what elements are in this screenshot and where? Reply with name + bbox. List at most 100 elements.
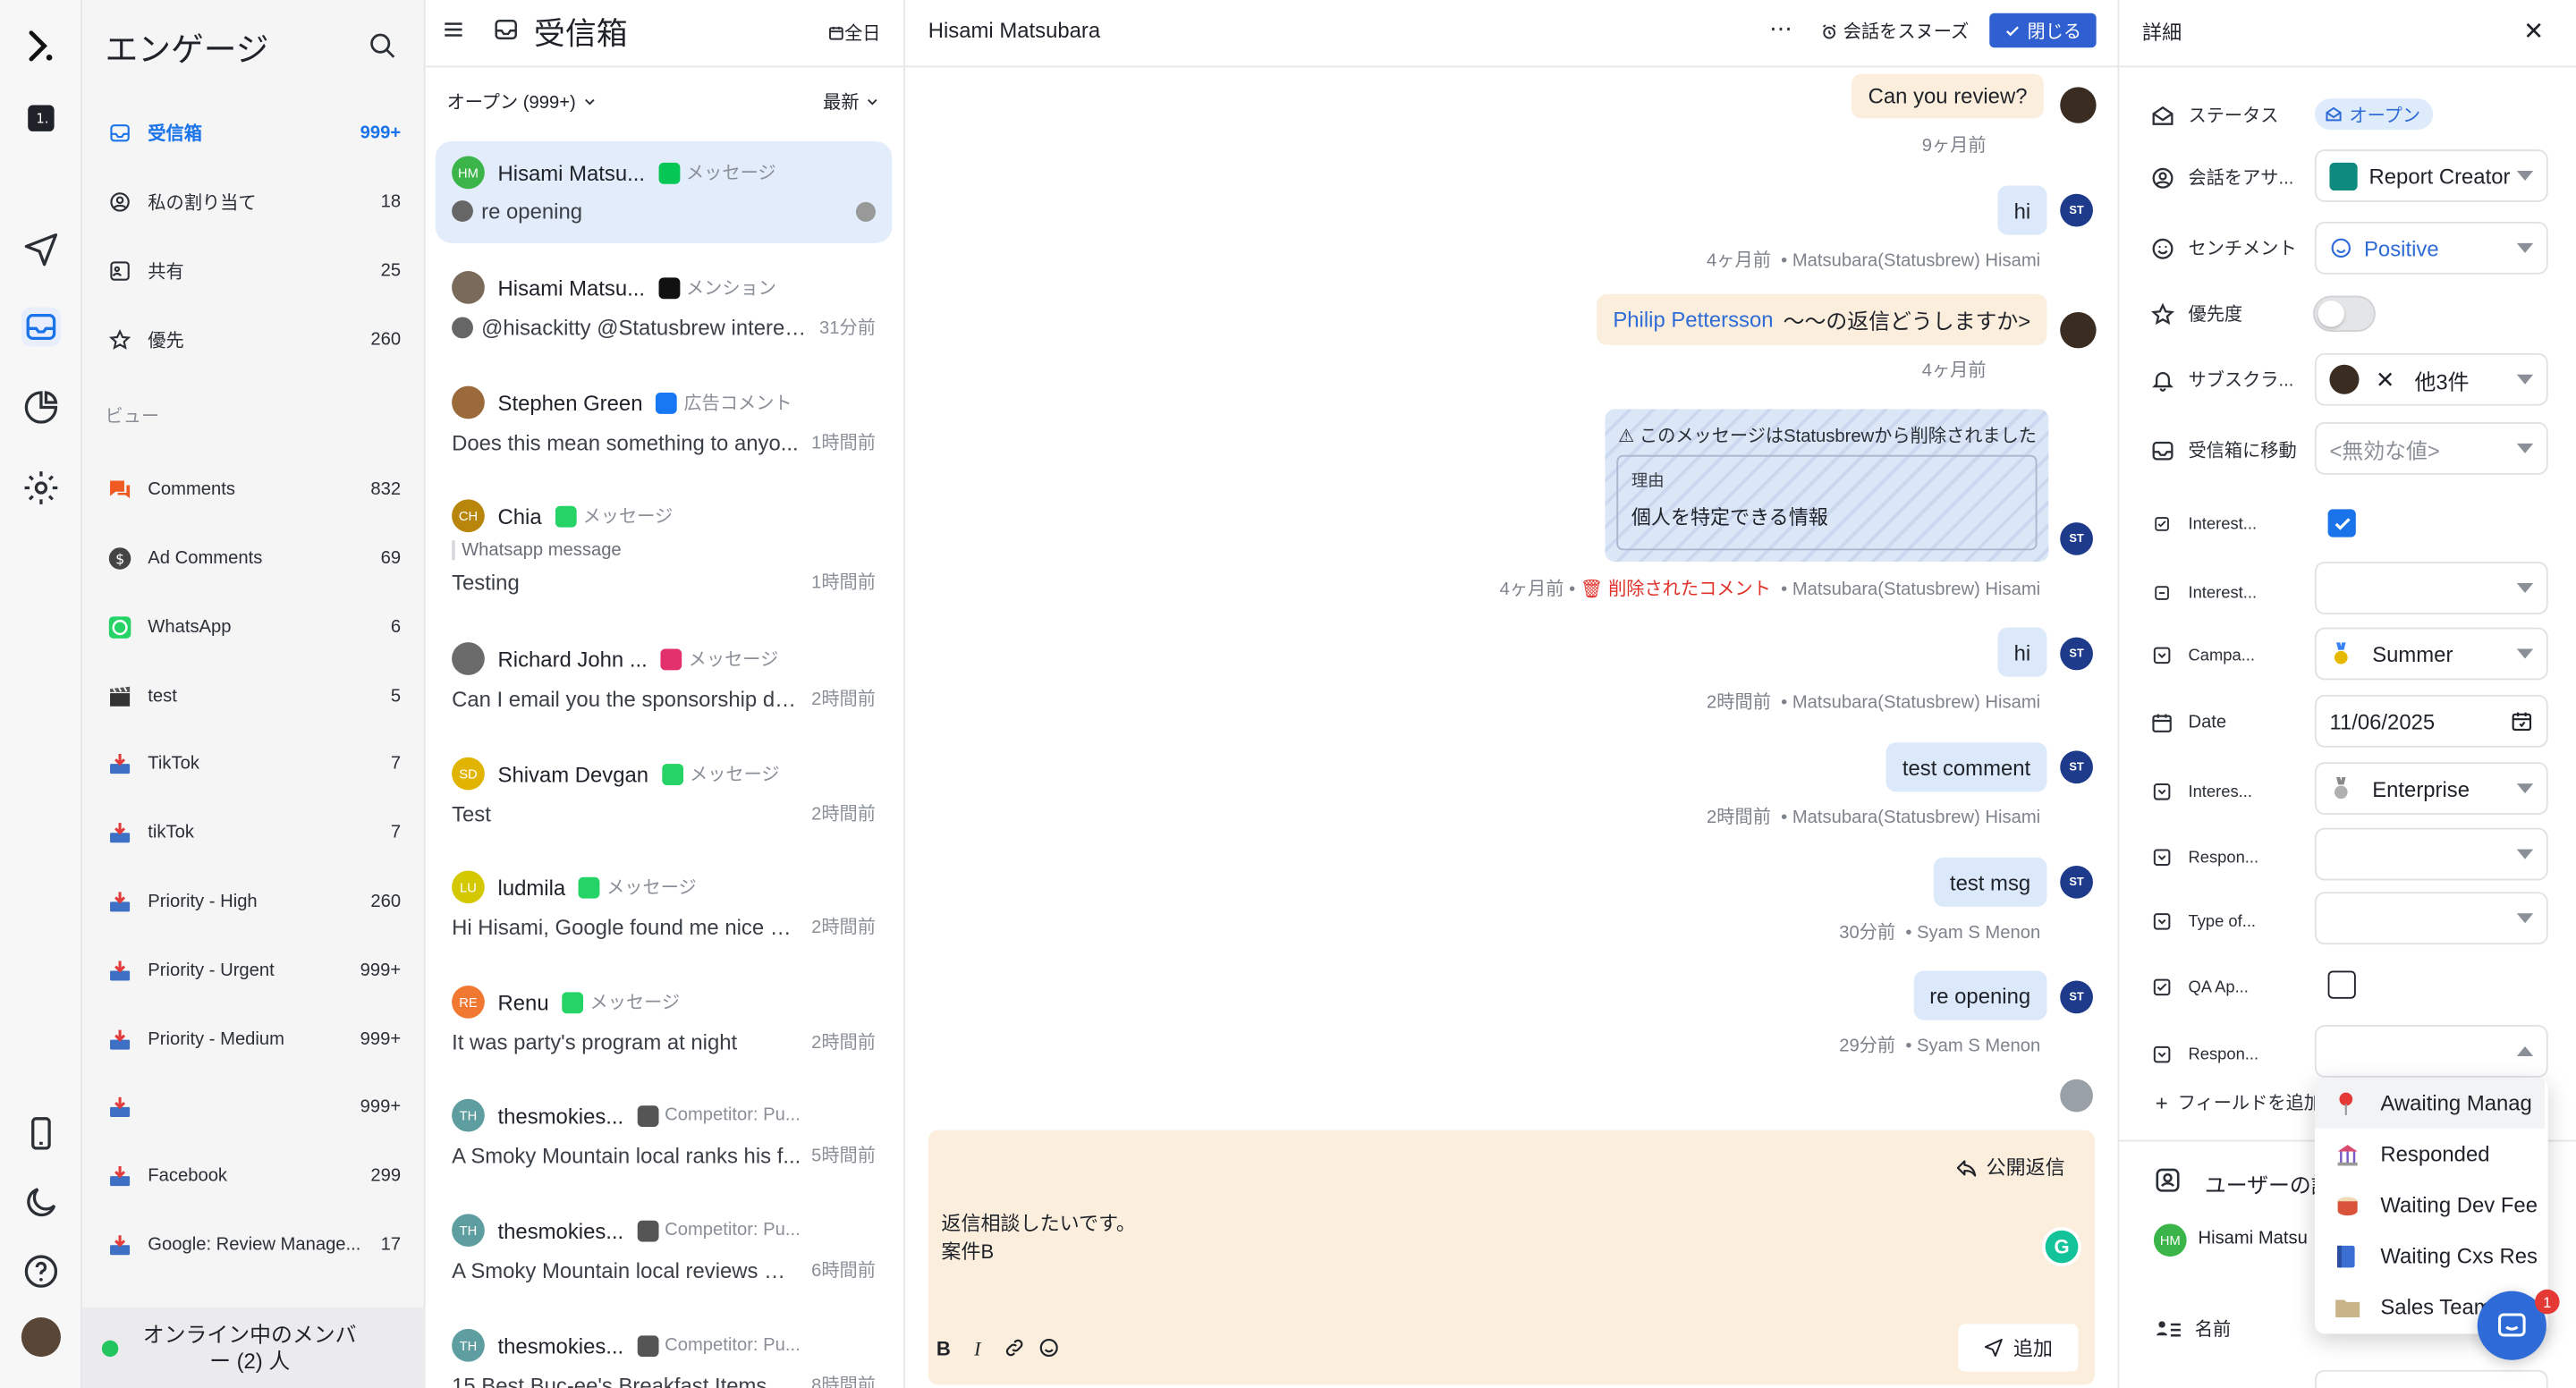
respon2-select[interactable]	[2314, 1025, 2548, 1078]
conversation-panel: Hisami Matsubara ⋯ 会話をスヌーズ 閉じる Can you r…	[905, 0, 2120, 1388]
conversation-item[interactable]: CH Chia メッセージ Whatsapp message Testing 1時間前	[436, 485, 893, 610]
view-item[interactable]: Google: Review Manage... 17	[96, 1221, 412, 1270]
add-field-button[interactable]: + フィールドを追加	[2156, 1089, 2322, 1115]
channel-tag: Competitor: Pu...	[636, 1334, 801, 1357]
view-item-test[interactable]: test 5	[96, 672, 412, 721]
remove-subscriber-icon[interactable]: ✕	[2376, 366, 2395, 394]
nav-item-inbox[interactable]: 受信箱 999+	[96, 108, 412, 157]
grammarly-icon[interactable]: G	[2042, 1227, 2082, 1267]
close-label: 閉じる	[2027, 21, 2082, 42]
send-button[interactable]: 追加	[1958, 1324, 2079, 1372]
dropdown-option[interactable]: Responded	[2315, 1129, 2545, 1180]
nav-item-my-assignments[interactable]: 私の割り当て 18	[96, 177, 412, 226]
search-icon[interactable]	[368, 31, 397, 61]
nav-item-label: 共有	[148, 262, 184, 283]
conversation-item[interactable]: Hisami Matsu... メンション @hisackitty @Statusb…	[436, 257, 893, 359]
conversation-item[interactable]: TH thesmokies... Competitor: Pu... A Smoky …	[436, 1084, 893, 1186]
subscribers-select[interactable]: ✕ 他3件	[2314, 352, 2548, 406]
bold-icon[interactable]: B	[936, 1337, 951, 1360]
sort-dropdown[interactable]: 最新	[823, 89, 880, 114]
reply-composer[interactable]: 公開返信 返信相談したいです。 案件B G B I 追加	[928, 1130, 2095, 1385]
mobile-icon[interactable]	[21, 1113, 61, 1153]
view-item-comments[interactable]: Comments 832	[96, 465, 412, 514]
view-item[interactable]: Priority - Medium 999+	[96, 1015, 412, 1064]
view-item[interactable]: tikTok 7	[96, 808, 412, 858]
campaign-select[interactable]: Summer	[2314, 627, 2548, 681]
status-filter-dropdown[interactable]: オープン (999+)	[447, 89, 597, 114]
conversation-item[interactable]: TH thesmokies... Competitor: Pu... 15 Best …	[436, 1314, 893, 1388]
view-item[interactable]: Priority - Urgent 999+	[96, 946, 412, 995]
priority-row: 優先度	[2148, 300, 2242, 326]
publish-icon[interactable]	[21, 228, 61, 267]
menu-hamburger-icon[interactable]	[442, 18, 465, 41]
view-item-count: 5	[390, 686, 402, 707]
channel-tag: メッセージ	[562, 989, 680, 1015]
respon1-select[interactable]	[2314, 827, 2548, 881]
conversation-item[interactable]: SD Shivam Devgan メッセージ Test 2時間前	[436, 742, 893, 844]
status-badge[interactable]: オープン	[2314, 98, 2434, 131]
view-item[interactable]: TikTok 7	[96, 740, 412, 789]
dropdown-option[interactable]: Waiting Cxs Res	[2315, 1231, 2545, 1282]
subscribers-more: 他3件	[2414, 368, 2470, 394]
online-members-bar[interactable]: オンライン中のメンバー (2) 人	[81, 1308, 426, 1388]
view-item[interactable]: Facebook 299	[96, 1152, 412, 1201]
help-icon[interactable]	[21, 1252, 61, 1291]
dropdown-option[interactable]: Waiting Dev Fee	[2315, 1180, 2545, 1231]
terminal-app-icon[interactable]: 1.	[21, 98, 61, 138]
view-item-ad-comments[interactable]: $ Ad Comments 69	[96, 534, 412, 583]
conversation-item[interactable]: RE Renu メッセージ It was party's program at nig…	[436, 970, 893, 1072]
qa-checkbox[interactable]	[2327, 970, 2356, 999]
view-item[interactable]: 999+	[96, 1082, 412, 1131]
snooze-button[interactable]: 会話をスヌーズ	[1820, 18, 1969, 44]
envelope-open-icon	[2326, 106, 2342, 122]
agent-avatar: ST	[2060, 193, 2093, 227]
nav-item-priority[interactable]: 優先 260	[96, 316, 412, 365]
conversation-item[interactable]: Stephen Green 広告コメント Does this mean someth…	[436, 371, 893, 473]
user-avatar[interactable]	[21, 1317, 61, 1358]
statusbrew-logo-icon[interactable]	[21, 26, 61, 65]
interest1-checkbox[interactable]	[2327, 509, 2356, 537]
composer-text[interactable]: 返信相談したいです。 案件B	[941, 1211, 1136, 1266]
assign-select[interactable]: Report Creator	[2314, 149, 2548, 202]
dropdown-option[interactable]: Awaiting Manag	[2314, 1077, 2546, 1129]
interest2-select[interactable]	[2314, 562, 2548, 614]
conversation-item[interactable]: LU ludmila メッセージ Hi Hisami, Google found me…	[436, 856, 893, 958]
move-inbox-select[interactable]: <無効な値>	[2314, 422, 2548, 475]
message-meta: 30分前 • Syam S Menon	[1839, 923, 2041, 944]
view-item-whatsapp[interactable]: WhatsApp 6	[96, 603, 412, 652]
conversation-item[interactable]: TH thesmokies... Competitor: Pu... A Smoky …	[436, 1199, 893, 1301]
reply-mode-button[interactable]: 公開返信	[1955, 1153, 2065, 1181]
link-icon[interactable]	[1004, 1337, 1025, 1358]
italic-icon[interactable]: I	[974, 1337, 980, 1362]
settings-gear-icon[interactable]	[21, 468, 61, 507]
engage-icon[interactable]	[21, 307, 61, 347]
more-options-icon[interactable]: ⋯	[1769, 15, 1794, 43]
inbox-tray-icon	[106, 1094, 132, 1120]
nav-item-shared[interactable]: 共有 25	[96, 247, 412, 296]
view-item[interactable]: Priority - High 260	[96, 877, 412, 927]
view-item-label: Priority - Medium	[148, 1029, 284, 1050]
date-range-button[interactable]: 全日	[828, 20, 880, 46]
type-select[interactable]	[2314, 892, 2548, 945]
nav-item-count: 999+	[360, 123, 402, 143]
conversation-item[interactable]: HM Hisami Matsu... メッセージ re opening	[435, 140, 893, 243]
dark-mode-moon-icon[interactable]	[21, 1182, 61, 1222]
message-meta: 9ヶ月前	[1921, 136, 1987, 157]
message-preview: Can I email you the sponsorship de...	[452, 685, 802, 711]
sentiment-select[interactable]: Positive	[2314, 221, 2548, 275]
view-item-count: 6	[390, 617, 402, 638]
send-icon	[1985, 1339, 2004, 1357]
close-icon[interactable]: ✕	[2523, 16, 2544, 46]
date-input[interactable]: 11/06/2025	[2314, 694, 2548, 748]
priority-toggle[interactable]	[2313, 295, 2376, 333]
nav-title: エンゲージ	[105, 32, 269, 70]
interes3-select[interactable]: Enterprise	[2314, 762, 2548, 816]
analytics-icon[interactable]	[21, 387, 61, 427]
notification-badge: 1	[2535, 1289, 2560, 1315]
next-field-input[interactable]	[2314, 1369, 2548, 1388]
calendar-picker-icon[interactable]	[2510, 709, 2533, 732]
close-conversation-button[interactable]: 閉じる	[1989, 13, 2097, 48]
mention-link[interactable]: Philip Pettersson	[1613, 307, 1773, 332]
conversation-item[interactable]: Richard John ... メッセージ Can I email you the…	[436, 628, 893, 730]
emoji-icon[interactable]	[1038, 1337, 1060, 1358]
